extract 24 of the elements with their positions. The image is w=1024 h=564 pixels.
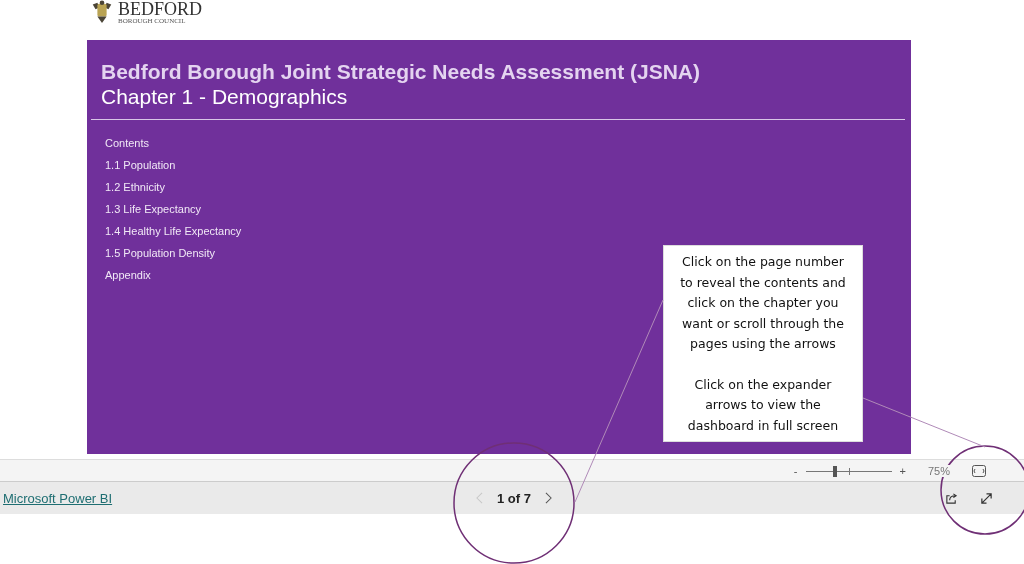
fit-to-page-icon[interactable]: [972, 464, 986, 477]
share-icon[interactable]: [945, 491, 958, 505]
page-number[interactable]: 1 of 7: [497, 490, 531, 506]
report-title: Bedford Borough Joint Strategic Needs Assessment (JSNA): [101, 60, 701, 84]
contents-link[interactable]: 1.1 Population: [105, 157, 176, 173]
contents-link[interactable]: 1.5 Population Density: [105, 245, 216, 261]
instruction-text: Click on the page number to reveal the contents and click on the chapter you want or scroll through the pages using the arrows: [679, 253, 847, 353]
contents-link[interactable]: 1.2 Ethnicity: [105, 179, 165, 195]
zoom-in-button[interactable]: +: [899, 464, 906, 477]
zoom-percent: 75%: [927, 464, 950, 477]
logo-name: BEDFORD: [118, 0, 202, 18]
zoom-slider-thumb[interactable]: [833, 465, 838, 477]
contents-link[interactable]: 1.4 Healthy Life Expectancy: [105, 223, 242, 239]
contents-link[interactable]: 1.3 Life Expectancy: [105, 201, 201, 217]
expand-icon[interactable]: [980, 491, 993, 505]
contents-link[interactable]: Appendix: [105, 267, 151, 283]
zoom-out-button[interactable]: -: [793, 464, 798, 477]
contents-heading: Contents: [105, 136, 150, 151]
zoom-slider[interactable]: [803, 464, 894, 477]
report-subtitle: Chapter 1 - Demographics: [101, 85, 349, 109]
instruction-text: Click on the expander arrows to view the dashboard in full screen: [686, 375, 840, 435]
crest-icon: [90, 0, 114, 24]
next-page-icon[interactable]: [544, 492, 552, 504]
power-bi-link[interactable]: Microsoft Power BI: [3, 490, 113, 506]
